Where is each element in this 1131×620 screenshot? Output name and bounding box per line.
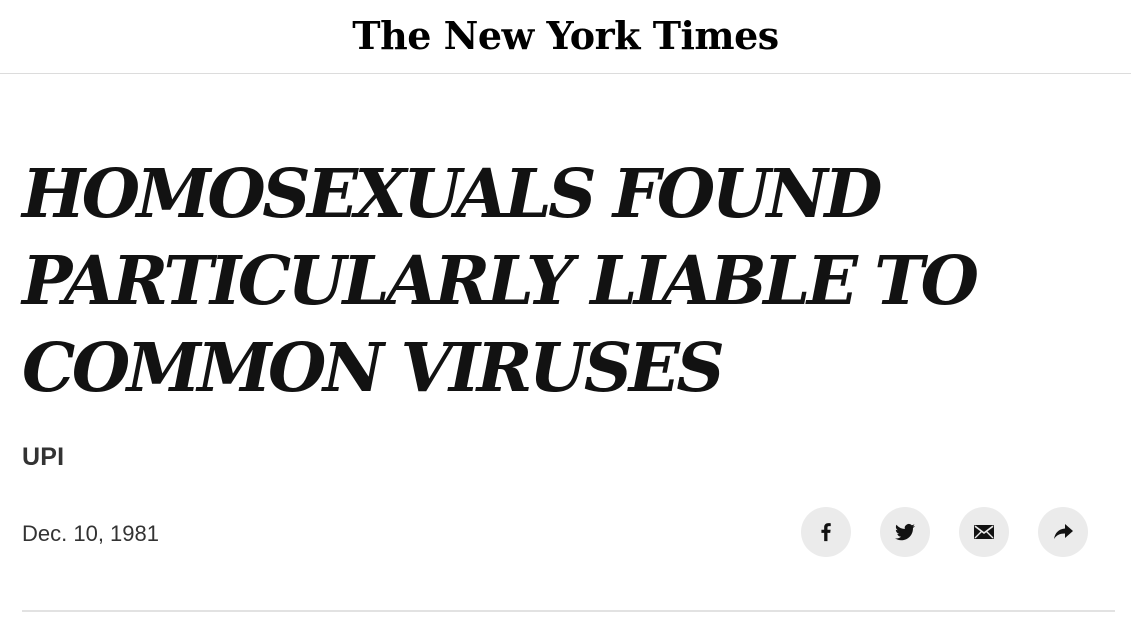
facebook-icon: [821, 523, 831, 542]
article-headline: HOMOSEXUALS FOUND PARTICULARLY LIABLE TO…: [22, 154, 979, 407]
share-more-button[interactable]: [1038, 507, 1088, 557]
share-tools: [801, 507, 1088, 557]
article-byline: UPI: [22, 443, 65, 471]
nyt-logo[interactable]: The New York Times: [352, 16, 779, 55]
header-divider-bottom: [22, 610, 1115, 612]
article-date: Dec. 10, 1981: [22, 521, 159, 546]
email-icon: [974, 525, 994, 539]
share-email-button[interactable]: [959, 507, 1009, 557]
share-twitter-button[interactable]: [880, 507, 930, 557]
share-facebook-button[interactable]: [801, 507, 851, 557]
masthead: The New York Times: [0, 0, 1131, 74]
article-page: The New York Times HOMOSEXUALS FOUND PAR…: [0, 0, 1131, 620]
share-arrow-icon: [1054, 524, 1073, 539]
twitter-icon: [895, 523, 915, 541]
